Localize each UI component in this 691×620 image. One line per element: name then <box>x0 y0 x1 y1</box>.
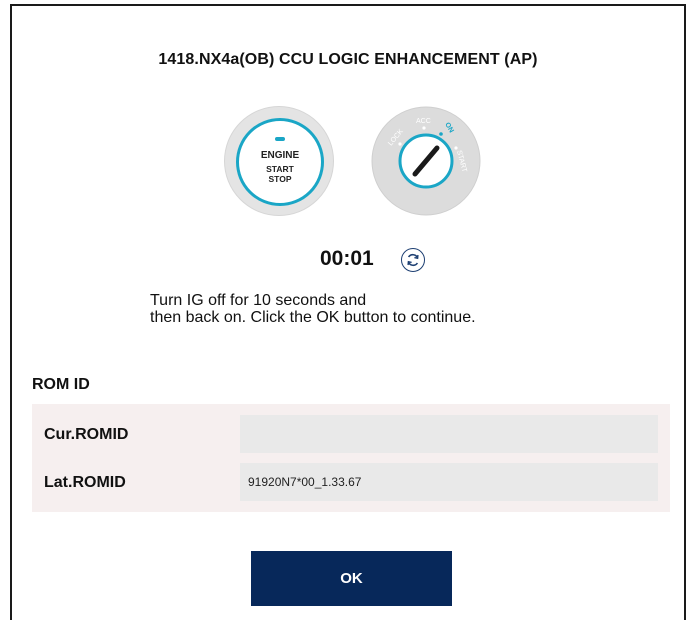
refresh-button[interactable] <box>401 248 425 272</box>
dialog-title: 1418.NX4a(OB) CCU LOGIC ENHANCEMENT (AP) <box>158 51 538 68</box>
engine-start-stop-icon: ENGINE START STOP <box>224 106 334 216</box>
cur-romid-label: Cur.ROMID <box>44 426 129 443</box>
ok-button[interactable]: OK <box>251 551 452 606</box>
lat-romid-label: Lat.ROMID <box>44 474 126 491</box>
logic-enhancement-dialog: 1418.NX4a(OB) CCU LOGIC ENHANCEMENT (AP)… <box>10 4 686 620</box>
instruction-line-1: Turn IG off for 10 seconds and <box>150 292 367 309</box>
rom-row-current: Cur.ROMID <box>32 415 670 453</box>
instruction-text: Turn IG off for 10 seconds and then back… <box>150 292 476 326</box>
stop-label: STOP <box>268 174 292 184</box>
lat-romid-value: 91920N7*00_1.33.67 <box>240 463 658 501</box>
start-label: START <box>266 164 294 174</box>
key-position-acc: ACC <box>416 118 431 125</box>
engine-label: ENGINE <box>260 150 300 161</box>
start-stop-label: START STOP <box>239 164 321 184</box>
instruction-line-2: then back on. Click the OK button to con… <box>150 309 476 326</box>
cur-romid-value <box>240 415 658 453</box>
ignition-key-icon: LOCK ACC ON START <box>371 106 481 216</box>
refresh-icon <box>407 253 419 267</box>
countdown-timer: 00:01 <box>320 247 374 270</box>
rom-id-panel: Cur.ROMID Lat.ROMID 91920N7*00_1.33.67 <box>32 404 670 512</box>
engine-indicator-light <box>275 137 285 141</box>
engine-button-face: ENGINE START STOP <box>236 118 324 206</box>
rom-row-latest: Lat.ROMID 91920N7*00_1.33.67 <box>32 463 670 501</box>
rom-id-section-title: ROM ID <box>32 376 90 393</box>
ignition-key-graphic: LOCK ACC ON START <box>371 106 481 216</box>
